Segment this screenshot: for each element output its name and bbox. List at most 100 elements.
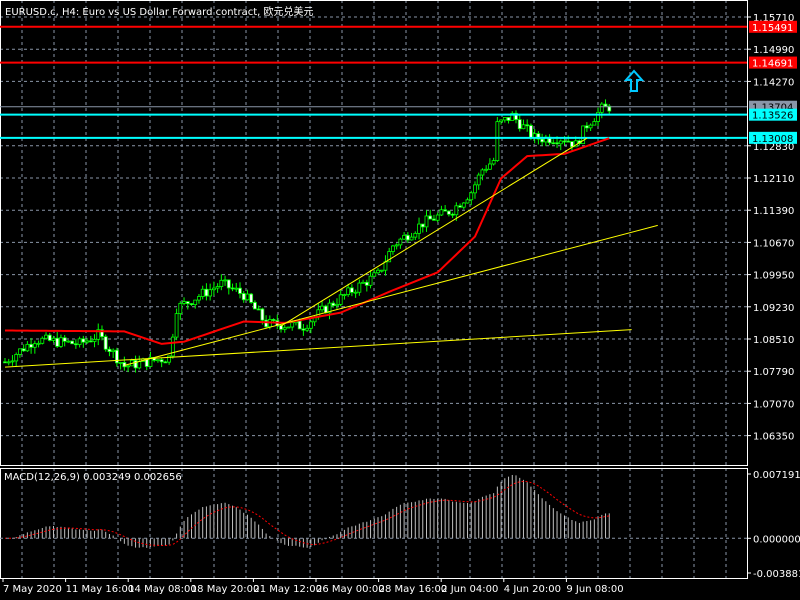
candle-bear — [506, 117, 511, 121]
candle-bull — [487, 163, 492, 170]
candle-bull — [193, 299, 198, 306]
time-axis-label: 14 May 08:00 — [128, 584, 197, 595]
candle-bull — [197, 296, 201, 301]
candle-bear — [458, 205, 462, 208]
candle-bear — [517, 119, 522, 130]
candle-bear — [73, 343, 78, 346]
candle-bull — [376, 269, 380, 274]
macd-axis-label: -0.003881 — [753, 569, 800, 580]
candle-bull — [521, 124, 526, 130]
candle-bull — [208, 289, 213, 297]
candle-bear — [256, 308, 261, 311]
candle-bull — [346, 287, 351, 296]
candle-bear — [21, 348, 26, 352]
price-level-label: 1.13008 — [752, 134, 793, 145]
chart-canvas[interactable]: 1.157101.149901.142701.128301.121101.113… — [0, 0, 800, 600]
candle-bull — [111, 349, 116, 352]
candle-bull — [137, 361, 142, 369]
candle-bull — [126, 365, 130, 368]
candle-bear — [443, 209, 448, 212]
candle-bull — [357, 282, 362, 293]
candle-bear — [405, 234, 410, 241]
candle-bull — [368, 275, 373, 286]
candle-bull — [92, 338, 97, 342]
candle-bull — [308, 321, 313, 329]
moving-average-line — [4, 137, 610, 345]
candle-bear — [570, 141, 574, 148]
candle-bull — [461, 202, 466, 208]
candle-bull — [77, 338, 82, 345]
candle-bull — [51, 337, 56, 341]
candle-bull — [335, 304, 339, 307]
main-pane-frame — [0, 0, 748, 466]
candle-bear — [133, 359, 138, 369]
candle-bear — [260, 308, 265, 321]
candle-bear — [432, 218, 436, 221]
candle-bear — [230, 287, 235, 290]
time-axis-label: 11 May 16:00 — [66, 584, 135, 595]
price-axis-label: 1.10670 — [753, 238, 794, 249]
macd-label: MACD(12,26,9) 0.003249 0.002656 — [4, 472, 182, 483]
candle-bear — [428, 215, 433, 220]
price-axis-label: 1.14990 — [753, 45, 794, 56]
candle-bull — [14, 354, 19, 362]
candle-bull — [223, 279, 227, 282]
candle-bull — [174, 313, 179, 338]
candle-bull — [394, 244, 399, 247]
candle-bear — [566, 140, 571, 143]
candle-bull — [32, 343, 37, 348]
candle-bull — [409, 236, 414, 241]
macd-axis-label: 0.000000 — [753, 534, 800, 545]
candle-bear — [185, 301, 190, 304]
price-axis-label: 1.08510 — [753, 335, 794, 346]
price-axis-label: 1.14270 — [753, 77, 794, 88]
candle-bull — [211, 287, 216, 291]
candle-bull — [558, 140, 563, 145]
up-arrow-icon — [623, 69, 645, 92]
candle-bull — [435, 214, 440, 221]
candle-bull — [305, 327, 310, 331]
candle-bull — [320, 305, 324, 311]
candle-bull — [85, 340, 89, 343]
candle-bear — [204, 288, 209, 297]
candle-bull — [200, 288, 205, 297]
candle-bear — [331, 302, 336, 307]
candle-bull — [424, 215, 429, 228]
candle-bull — [290, 322, 295, 328]
candle-bear — [103, 336, 108, 350]
time-axis-label: 7 May 2020 — [3, 584, 62, 595]
chart-window[interactable]: 1.15710 1.14990 1.14270 1.12830 1.12110 1.113… — [0, 0, 800, 600]
candle-bear — [29, 343, 34, 348]
candle-bull — [215, 286, 220, 289]
candle-bull — [413, 232, 418, 238]
candle-bear — [529, 125, 533, 138]
candle-bull — [469, 192, 474, 201]
candle-bull — [502, 117, 507, 121]
candle-bear — [264, 319, 269, 328]
price-axis-label: 1.12110 — [753, 174, 794, 185]
candle-bull — [391, 245, 395, 252]
candle-bull — [178, 303, 183, 315]
candle-bull — [398, 238, 403, 246]
candle-bear — [450, 213, 455, 216]
time-axis-label: 2 Jun 04:00 — [441, 584, 498, 595]
price-axis-label: 1.07790 — [753, 367, 794, 378]
candle-bull — [10, 360, 15, 363]
candle-bull — [66, 340, 71, 343]
candle-bull — [59, 337, 63, 347]
candle-bear — [540, 138, 545, 143]
candle-bear — [163, 361, 168, 364]
price-level-label: 1.15491 — [752, 23, 793, 34]
candle-bull — [588, 124, 593, 129]
candle-bull — [476, 174, 481, 186]
candle-bull — [439, 209, 444, 216]
candle-bull — [338, 294, 343, 305]
candle-bull — [499, 119, 503, 123]
candle-bear — [70, 340, 75, 345]
time-axis-label: 26 May 00:00 — [316, 584, 385, 595]
candle-bear — [189, 303, 194, 306]
candle-bull — [353, 291, 358, 294]
candle-bull — [36, 342, 41, 345]
candle-bull — [234, 287, 239, 290]
candle-bull — [465, 199, 470, 204]
